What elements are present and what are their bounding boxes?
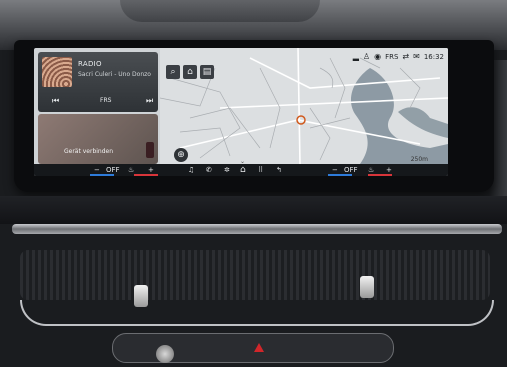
radio-icon: ◉ bbox=[374, 52, 382, 61]
connect-device-label: Gerät verbinden bbox=[64, 148, 114, 155]
previous-icon[interactable]: ⏮ bbox=[52, 96, 59, 106]
fan-icon[interactable]: ✲ bbox=[224, 164, 230, 176]
phone-call-icon[interactable]: ✆ bbox=[206, 164, 212, 176]
navigation-icon[interactable]: ↰ bbox=[276, 164, 282, 176]
music-icon[interactable]: ♫ bbox=[188, 164, 194, 176]
defrost-vent bbox=[120, 0, 320, 22]
connectivity-icon: ⇄ bbox=[402, 52, 410, 61]
next-icon[interactable]: ⏭ bbox=[146, 96, 153, 106]
map-scale: 250m bbox=[410, 156, 428, 163]
map-toolbar: ⌕ ⌂ ▤ bbox=[166, 65, 214, 79]
status-station: FRS bbox=[385, 53, 399, 61]
vent-knob-right[interactable] bbox=[360, 276, 374, 298]
chrome-strip bbox=[12, 224, 502, 234]
album-art bbox=[42, 57, 72, 87]
start-button[interactable] bbox=[156, 345, 174, 363]
air-vents bbox=[20, 250, 490, 300]
climate-bar: − OFF ♨ + ♫ ✆ ✲ ⌂ ⠿ ↰ − OFF ♨ + bbox=[34, 164, 448, 176]
radio-station: FRS bbox=[100, 97, 112, 104]
control-panel bbox=[112, 333, 394, 363]
map-options-button[interactable]: ⊕ bbox=[174, 148, 188, 162]
right-temp-red-bar bbox=[368, 174, 392, 176]
user-icon: ♙ bbox=[362, 52, 371, 61]
phone-icon bbox=[146, 142, 154, 158]
left-temp-blue-bar bbox=[90, 174, 114, 176]
poi-icon[interactable]: ⌂ bbox=[183, 65, 197, 79]
message-icon: ✉ bbox=[413, 52, 420, 61]
right-temp-blue-bar bbox=[328, 174, 352, 176]
apps-icon[interactable]: ⠿ bbox=[258, 164, 263, 176]
hazard-icon[interactable] bbox=[254, 343, 264, 352]
home-icon[interactable]: ⌂ bbox=[240, 164, 246, 176]
left-temp-red-bar bbox=[134, 174, 158, 176]
dashboard-trim bbox=[0, 196, 507, 224]
map-layers-icon[interactable]: ▤ bbox=[200, 65, 214, 79]
status-bar: ▂ ♙ ◉ FRS ⇄ ✉ 16:32 bbox=[353, 51, 444, 63]
radio-widget[interactable]: RADIO Sacri Culeri - Uno Donzo ⏮ FRS ⏭ bbox=[38, 52, 158, 112]
chevron-down-icon[interactable]: ⌄ bbox=[240, 158, 245, 165]
signal-icon: ▂ bbox=[352, 52, 359, 61]
phone-widget[interactable]: Gerät verbinden bbox=[38, 114, 158, 164]
radio-title: RADIO bbox=[78, 60, 102, 68]
infotainment-screen: ▂ ♙ ◉ FRS ⇄ ✉ 16:32 ⌕ ⌂ ▤ ⊕ 250m RADIO S… bbox=[34, 48, 448, 176]
search-icon[interactable]: ⌕ bbox=[166, 65, 180, 79]
lower-chrome-trim bbox=[20, 300, 494, 326]
radio-track: Sacri Culeri - Uno Donzo bbox=[78, 71, 151, 78]
status-time: 16:32 bbox=[423, 53, 444, 61]
